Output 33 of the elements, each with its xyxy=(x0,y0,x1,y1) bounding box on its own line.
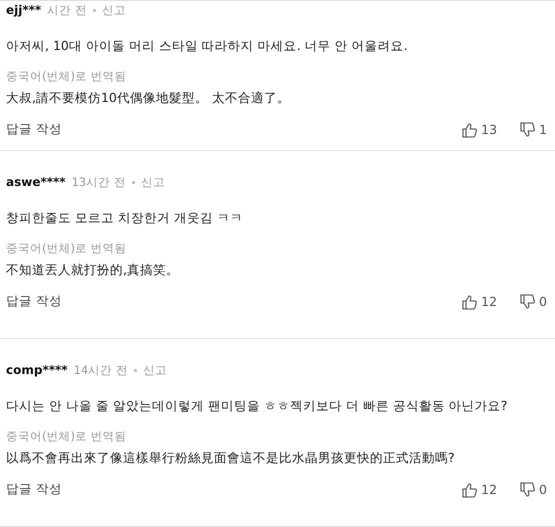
timestamp: 13시간 전 xyxy=(72,175,126,190)
dislike-button[interactable]: 0 xyxy=(519,482,547,498)
translation-label: 중국어(번체)로 번역됨 xyxy=(6,241,128,256)
thumbs-up-icon xyxy=(461,294,478,310)
reply-button[interactable]: 답글 작성 xyxy=(6,121,62,138)
dislike-button[interactable]: 1 xyxy=(519,122,547,138)
comment-text: 아저씨, 10대 아이돌 머리 스타일 따라하지 마세요. 너무 안 어울려요. xyxy=(6,38,409,55)
thumbs-down-icon xyxy=(519,482,536,498)
reply-button[interactable]: 답글 작성 xyxy=(6,293,62,310)
thumbs-down-icon xyxy=(519,294,536,310)
translation-label: 중국어(번체)로 번역됨 xyxy=(6,429,128,444)
translation-label: 중국어(번체)로 번역됨 xyxy=(6,69,128,84)
username: comp**** xyxy=(6,363,68,377)
dislike-button[interactable]: 0 xyxy=(519,294,547,310)
like-button[interactable]: 12 xyxy=(461,482,498,498)
thumbs-up-icon xyxy=(461,482,478,498)
translated-text: 以爲不會再出來了像這樣舉行粉絲見面會這不是比水晶男孩更快的正式活動嗎? xyxy=(6,450,456,467)
like-button[interactable]: 13 xyxy=(461,122,498,138)
separator-dot xyxy=(134,369,137,372)
comment-text: 다시는 안 나올 줄 알았는데이렇게 팬미팅을 ㅎㅎ젝키보다 더 빠른 공식활동 아닌가요? xyxy=(6,398,508,415)
reply-button[interactable]: 답글 작성 xyxy=(6,481,62,498)
comment-text: 창피한줄도 모르고 치장한거 개웃김 ㅋㅋ xyxy=(6,210,244,227)
username: ejj*** xyxy=(6,3,42,17)
translated-text: 大叔,請不要模仿10代偶像地髮型。 太不合適了。 xyxy=(6,90,291,107)
separator-dot xyxy=(132,181,135,184)
thumbs-down-icon xyxy=(519,122,536,138)
like-button[interactable]: 12 xyxy=(461,294,498,310)
timestamp: 시간 전 xyxy=(47,3,87,18)
timestamp: 14시간 전 xyxy=(74,363,128,378)
separator-dot xyxy=(92,9,96,12)
username: aswe**** xyxy=(6,175,66,189)
thumbs-up-icon xyxy=(461,122,478,138)
translated-text: 不知道丟人就打扮的,真搞笑。 xyxy=(6,262,180,279)
